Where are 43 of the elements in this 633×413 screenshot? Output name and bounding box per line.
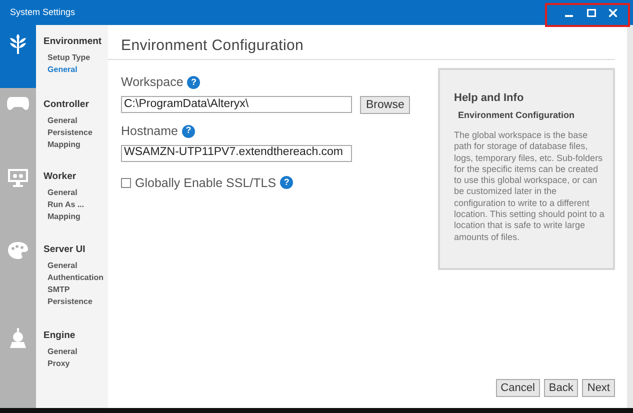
page-title: Environment Configuration [108, 37, 615, 60]
section-tab[interactable] [0, 25, 36, 88]
help-subtitle: Environment Configuration [458, 108, 576, 122]
nav-link[interactable]: General [48, 187, 108, 199]
nav-link[interactable]: Persistence [48, 296, 108, 308]
monitor-icon [8, 169, 28, 187]
checkbox[interactable] [121, 178, 131, 188]
section-heading[interactable]: Engine [44, 330, 108, 342]
nav-link[interactable]: Persistence [48, 127, 108, 139]
text-field[interactable]: WSAMZN-UTP11PV7.extendthereach.com [121, 144, 352, 162]
section-heading[interactable]: Environment [44, 36, 108, 48]
nav-link[interactable]: Run As ... [48, 199, 108, 211]
nav-link[interactable]: General [48, 64, 108, 76]
section-heading[interactable]: Worker [44, 171, 108, 183]
nav-link[interactable]: Proxy [48, 358, 108, 370]
palette-icon [8, 242, 28, 259]
nav-link[interactable]: Mapping [48, 139, 108, 151]
field-label: Workspace [121, 74, 184, 91]
footer-button[interactable]: Next [582, 379, 615, 397]
nav-link[interactable]: General [48, 115, 108, 127]
nav-link[interactable]: SMTP [48, 284, 108, 296]
footer-button[interactable]: Back [544, 379, 578, 397]
nav-link[interactable]: General [48, 260, 108, 272]
help-title: Help and Info [454, 91, 525, 106]
section-heading[interactable]: Controller [44, 99, 108, 111]
help-icon[interactable]: ? [187, 76, 200, 89]
field-label: Hostname [121, 122, 178, 140]
help-icon[interactable]: ? [280, 176, 294, 190]
nav-link[interactable]: General [48, 346, 108, 358]
window-title: System Settings [10, 6, 76, 19]
help-icon[interactable]: ? [182, 124, 195, 138]
footer-button[interactable]: Cancel [496, 379, 540, 397]
checkbox-label: Globally Enable SSL/TLS [135, 174, 276, 192]
help-text: The global workspace is the base path for storage of database files, logs, temporary files, etc. Sub-folders for the specific items can be created to use this global workspace, or can be customized later in the configuration to write to a different location. This setting should point to a location that is safe to write large amounts of files. [454, 130, 605, 243]
text-field[interactable]: C:\ProgramData\Alteryx\ [121, 96, 352, 114]
gamepad-icon [6, 97, 29, 110]
plant-icon [8, 34, 27, 54]
section-heading[interactable]: Server UI [44, 244, 108, 256]
nav-link[interactable]: Authentication [48, 272, 108, 284]
browse-button[interactable]: Browse [360, 96, 410, 114]
nav-link[interactable]: Mapping [48, 211, 108, 223]
nav-link[interactable]: Setup Type [48, 52, 108, 64]
engine-icon [10, 328, 26, 348]
